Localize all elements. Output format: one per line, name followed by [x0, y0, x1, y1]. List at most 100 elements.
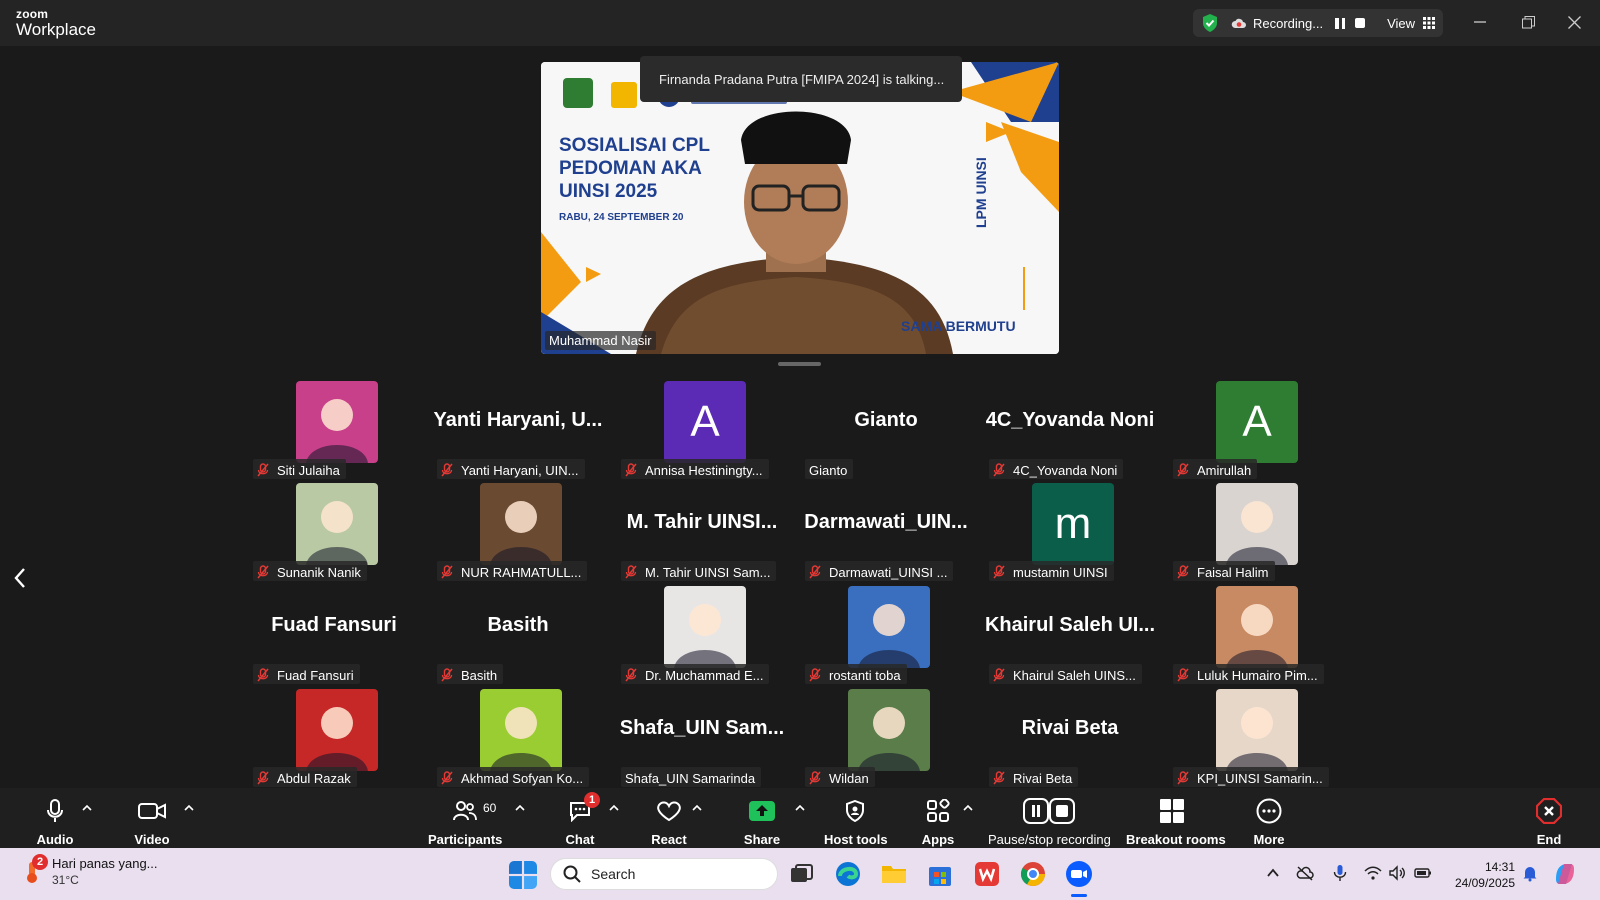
participants-caret-icon[interactable] — [515, 804, 525, 812]
participant-tile[interactable]: A Annisa Hestiningty... — [617, 381, 787, 479]
muted-mic-icon — [1177, 463, 1189, 477]
participant-tile[interactable]: Rivai Beta Rivai Beta — [985, 689, 1155, 787]
participant-tile[interactable]: Dr. Muchammad E... — [617, 586, 787, 684]
host-tools-button[interactable]: Host tools — [824, 798, 888, 847]
more-button[interactable]: More — [1250, 798, 1288, 847]
notification-bell-icon[interactable] — [1521, 864, 1539, 882]
minimize-button[interactable] — [1469, 11, 1491, 33]
file-explorer-icon[interactable] — [880, 860, 908, 888]
edge-browser-icon[interactable] — [834, 860, 862, 888]
participant-tile[interactable]: Faisal Halim — [1169, 483, 1339, 581]
participant-name-label: Sunanik Nanik — [253, 561, 367, 581]
pause-recording-icon[interactable] — [1335, 17, 1346, 29]
microsoft-store-icon[interactable] — [926, 860, 954, 888]
participant-tile[interactable]: Basith Basith — [433, 586, 603, 684]
task-view-icon[interactable] — [787, 860, 815, 888]
close-window-button[interactable] — [1563, 11, 1585, 33]
encryption-shield-icon[interactable] — [1201, 13, 1219, 33]
restore-button[interactable] — [1517, 11, 1539, 33]
participant-tile[interactable]: Abdul Razak — [249, 689, 419, 787]
participant-name-label: Abdul Razak — [253, 767, 357, 787]
share-caret-icon[interactable] — [795, 804, 805, 812]
participant-tile[interactable]: Wildan — [801, 689, 971, 787]
participant-display-name: Yanti Haryani, U... — [433, 409, 603, 431]
participant-tile[interactable]: Fuad Fansuri Fuad Fansuri — [249, 586, 419, 684]
video-options-caret-icon[interactable] — [184, 804, 194, 812]
zoom-app-icon[interactable] — [1065, 860, 1093, 888]
participant-tile[interactable]: NUR RAHMATULL... — [433, 483, 603, 581]
taskbar-search-box[interactable]: Search — [550, 858, 778, 890]
participant-tile[interactable]: Khairul Saleh UI... Khairul Saleh UINS... — [985, 586, 1155, 684]
participants-icon — [453, 801, 477, 821]
participant-tile[interactable]: M. Tahir UINSI... M. Tahir UINSI Sam... — [617, 483, 787, 581]
clock-date: 24/09/2025 — [1454, 876, 1515, 890]
battery-icon[interactable] — [1414, 864, 1432, 882]
pause-stop-recording-button[interactable]: Pause/stop recording — [988, 798, 1111, 847]
participant-tile[interactable]: Luluk Humairo Pim... — [1169, 586, 1339, 684]
participant-tile[interactable]: A Amirullah — [1169, 381, 1339, 479]
wifi-icon[interactable] — [1364, 864, 1382, 882]
show-hidden-icons-chevron-icon[interactable] — [1264, 864, 1282, 882]
active-speaker-video[interactable]: SOSIALISAI CPL PEDOMAN AKA UINSI 2025 RA… — [541, 62, 1059, 354]
breakout-rooms-button[interactable]: Breakout rooms — [1126, 798, 1226, 847]
apps-caret-icon[interactable] — [963, 804, 973, 812]
chat-caret-icon[interactable] — [609, 804, 619, 812]
system-clock[interactable]: 14:31 24/09/2025 — [1445, 859, 1515, 891]
participant-tile[interactable]: Darmawati_UIN... Darmawati_UINSI ... — [801, 483, 971, 581]
weather-text: Hari panas yang... — [52, 856, 158, 871]
previous-page-chevron-icon[interactable] — [12, 566, 28, 590]
audio-button[interactable]: Audio — [33, 798, 77, 847]
view-grid-icon[interactable] — [1423, 17, 1436, 29]
participant-name-label: NUR RAHMATULL... — [437, 561, 588, 581]
talking-notification: Firnanda Pradana Putra [FMIPA 2024] is t… — [640, 56, 962, 102]
weather-widget[interactable]: 2 Hari panas yang... 31°C — [22, 854, 158, 887]
participant-tile[interactable]: m mustamin UINSI — [985, 483, 1155, 581]
end-meeting-button[interactable]: End — [1530, 798, 1568, 847]
resize-drag-handle[interactable] — [778, 362, 821, 366]
chrome-browser-icon[interactable] — [1019, 860, 1047, 888]
participant-display-name: Fuad Fansuri — [271, 614, 397, 636]
wps-office-icon[interactable] — [973, 860, 1001, 888]
share-screen-icon — [749, 801, 775, 821]
apps-button[interactable]: Apps — [918, 798, 958, 847]
participant-name: Wildan — [829, 770, 869, 786]
view-button-label[interactable]: View — [1387, 16, 1415, 31]
participant-name-label: Akhmad Sofyan Ko... — [437, 767, 590, 787]
participant-name: Rivai Beta — [1013, 770, 1073, 786]
microphone-tray-icon[interactable] — [1331, 864, 1349, 882]
participant-tile[interactable]: Shafa_UIN Sam... Shafa_UIN Samarinda — [617, 689, 787, 787]
stop-recording-icon[interactable] — [1355, 18, 1366, 28]
participant-tile[interactable]: Yanti Haryani, U... Yanti Haryani, UIN... — [433, 381, 603, 479]
audio-options-caret-icon[interactable] — [82, 804, 92, 812]
windows-start-icon[interactable] — [509, 861, 537, 889]
participant-tile[interactable]: Siti Julaiha — [249, 381, 419, 479]
muted-mic-icon — [257, 565, 269, 579]
share-button[interactable]: Share — [743, 798, 781, 847]
participant-tile[interactable]: KPI_UINSI Samarin... — [1169, 689, 1339, 787]
react-caret-icon[interactable] — [692, 804, 702, 812]
participant-tile[interactable]: rostanti toba — [801, 586, 971, 684]
participant-tile[interactable]: Gianto Gianto — [801, 381, 971, 479]
participant-avatar — [480, 689, 562, 771]
volume-icon[interactable] — [1388, 864, 1406, 882]
participant-name: M. Tahir UINSI Sam... — [645, 564, 771, 580]
video-button[interactable]: Video — [128, 798, 176, 847]
onedrive-cloud-icon[interactable] — [1296, 864, 1314, 882]
muted-mic-icon — [993, 771, 1005, 785]
participant-tile[interactable]: Akhmad Sofyan Ko... — [433, 689, 603, 787]
participant-name: Siti Julaiha — [277, 462, 340, 478]
restore-icon — [1521, 15, 1535, 28]
participant-name: Sunanik Nanik — [277, 564, 361, 580]
slide-date: RABU, 24 SEPTEMBER 20 — [559, 212, 684, 223]
muted-mic-icon — [993, 668, 1005, 682]
react-button[interactable]: React — [650, 798, 688, 847]
app-logo: zoom Workplace — [16, 8, 96, 38]
muted-mic-icon — [809, 771, 821, 785]
slide-title: SOSIALISAI CPL PEDOMAN AKA UINSI 2025 — [559, 134, 710, 203]
participant-tile[interactable]: Sunanik Nanik — [249, 483, 419, 581]
copilot-icon[interactable] — [1552, 861, 1578, 887]
react-heart-icon — [657, 801, 681, 822]
participant-tile[interactable]: 4C_Yovanda Noni 4C_Yovanda Noni — [985, 381, 1155, 479]
react-label: React — [651, 832, 687, 847]
muted-mic-icon — [625, 565, 637, 579]
